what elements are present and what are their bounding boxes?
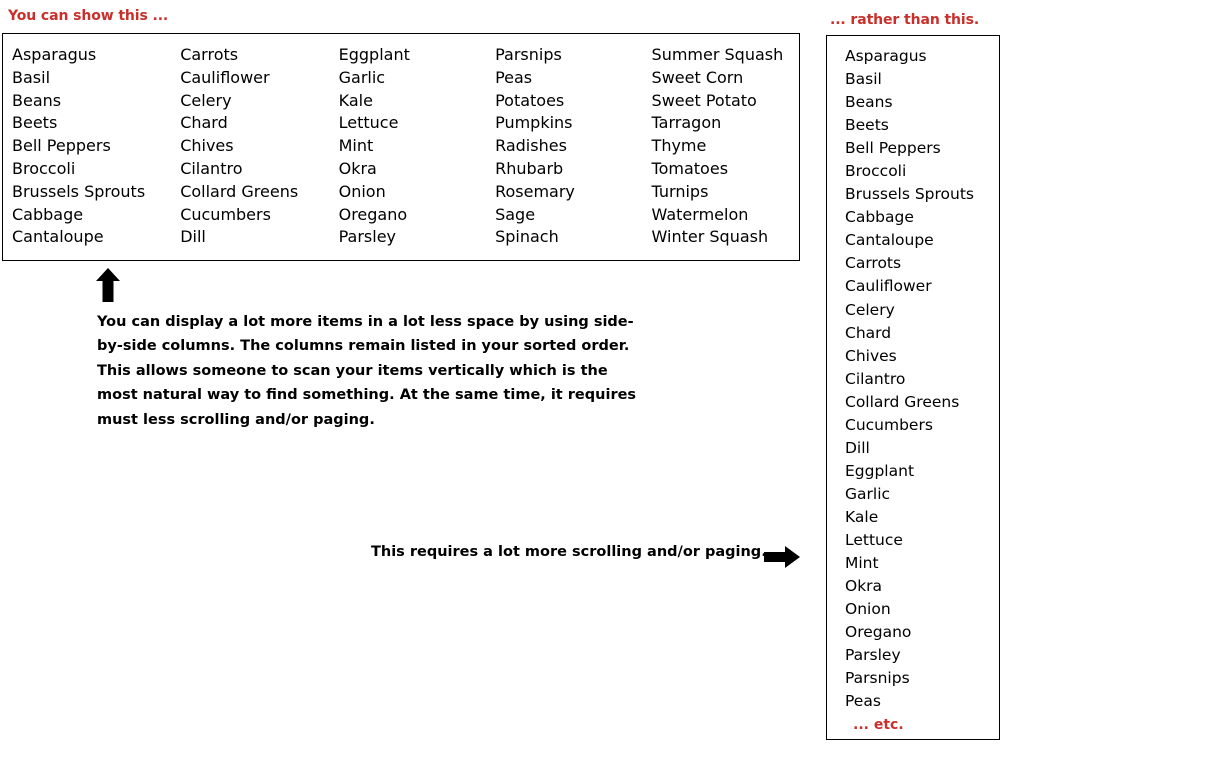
list-column-4: Parsnips Peas Potatoes Pumpkins Radishes Rhub… (486, 44, 642, 249)
list-item[interactable]: Peas (845, 690, 999, 713)
list-item[interactable]: Rhubarb (495, 158, 642, 181)
right-section-heading: ... rather than this. (830, 12, 980, 28)
list-item[interactable]: Brussels Sprouts (12, 181, 171, 204)
list-item[interactable]: Sweet Corn (652, 67, 799, 90)
list-item[interactable]: Radishes (495, 135, 642, 158)
list-item[interactable]: Okra (845, 575, 999, 598)
list-item[interactable]: Parsley (339, 226, 486, 249)
list-item[interactable]: Cilantro (180, 158, 329, 181)
list-item[interactable]: Beans (845, 91, 999, 114)
list-item[interactable]: Summer Squash (652, 44, 799, 67)
list-item[interactable]: Cilantro (845, 368, 999, 391)
list-item[interactable]: Beans (12, 90, 171, 113)
list-item[interactable]: Cucumbers (180, 204, 329, 227)
list-item[interactable]: Brussels Sprouts (845, 183, 999, 206)
list-item[interactable]: Parsnips (495, 44, 642, 67)
list-item[interactable]: Cantaloupe (12, 226, 171, 249)
left-section-heading: You can show this ... (8, 8, 169, 24)
list-item[interactable]: Potatoes (495, 90, 642, 113)
list-item[interactable]: Spinach (495, 226, 642, 249)
list-item[interactable]: Cantaloupe (845, 229, 999, 252)
list-item[interactable]: Kale (845, 506, 999, 529)
list-item[interactable]: Pumpkins (495, 112, 642, 135)
list-item[interactable]: Celery (845, 299, 999, 322)
list-item[interactable]: Tarragon (652, 112, 799, 135)
list-item[interactable]: Tomatoes (652, 158, 799, 181)
columns-explanation-note: You can display a lot more items in a lo… (97, 314, 637, 428)
list-item[interactable]: Garlic (339, 67, 486, 90)
list-item[interactable]: Turnips (652, 181, 799, 204)
list-item[interactable]: Celery (180, 90, 329, 113)
list-item[interactable]: Mint (845, 552, 999, 575)
list-item[interactable]: Dill (845, 437, 999, 460)
scrolling-warning-note: This requires a lot more scrolling and/o… (371, 544, 767, 560)
list-item[interactable]: Parsnips (845, 667, 999, 690)
list-item[interactable]: Watermelon (652, 204, 799, 227)
list-item[interactable]: Cabbage (12, 204, 171, 227)
list-item[interactable]: Rosemary (495, 181, 642, 204)
list-item[interactable]: Broccoli (12, 158, 171, 181)
list-item[interactable]: Onion (845, 598, 999, 621)
single-column-list-box: Asparagus Basil Beans Beets Bell Peppers Broc… (826, 35, 1000, 740)
list-item[interactable]: Onion (339, 181, 486, 204)
list-item[interactable]: Eggplant (339, 44, 486, 67)
list-item[interactable]: Thyme (652, 135, 799, 158)
list-item[interactable]: Cucumbers (845, 414, 999, 437)
list-column-3: Eggplant Garlic Kale Lettuce Mint Okra Onion Or… (330, 44, 486, 249)
list-item[interactable]: Collard Greens (180, 181, 329, 204)
list-item[interactable]: Asparagus (845, 45, 999, 68)
right-arrow-icon (764, 546, 800, 568)
list-item[interactable]: Bell Peppers (12, 135, 171, 158)
list-item[interactable]: Cauliflower (845, 275, 999, 298)
list-item[interactable]: Chard (180, 112, 329, 135)
list-item[interactable]: Dill (180, 226, 329, 249)
list-column-5: Summer Squash Sweet Corn Sweet Potato Tarra… (643, 44, 799, 249)
list-item[interactable]: Peas (495, 67, 642, 90)
list-item[interactable]: Basil (12, 67, 171, 90)
multi-column-grid: Asparagus Basil Beans Beets Bell Peppers Broc… (3, 34, 799, 249)
list-item[interactable]: Lettuce (845, 529, 999, 552)
list-item[interactable]: Kale (339, 90, 486, 113)
list-item[interactable]: Sage (495, 204, 642, 227)
list-item[interactable]: Oregano (845, 621, 999, 644)
list-item[interactable]: Beets (845, 114, 999, 137)
multi-column-list-box: Asparagus Basil Beans Beets Bell Peppers Broc… (2, 33, 800, 261)
list-item[interactable]: Lettuce (339, 112, 486, 135)
list-item[interactable]: Eggplant (845, 460, 999, 483)
list-item[interactable]: Chives (180, 135, 329, 158)
list-item[interactable]: Basil (845, 68, 999, 91)
list-item[interactable]: Broccoli (845, 160, 999, 183)
list-item[interactable]: Parsley (845, 644, 999, 667)
list-item[interactable]: Sweet Potato (652, 90, 799, 113)
up-arrow-icon (96, 268, 120, 302)
list-item[interactable]: Carrots (845, 252, 999, 275)
list-column-2: Carrots Cauliflower Celery Chard Chives Cilan… (171, 44, 329, 249)
list-item[interactable]: Okra (339, 158, 486, 181)
list-item[interactable]: Beets (12, 112, 171, 135)
list-item[interactable]: Garlic (845, 483, 999, 506)
list-item[interactable]: Cabbage (845, 206, 999, 229)
list-item[interactable]: Asparagus (12, 44, 171, 67)
list-etc-label: ... etc. (853, 717, 904, 734)
list-item[interactable]: Collard Greens (845, 391, 999, 414)
list-item[interactable]: Chard (845, 322, 999, 345)
list-item[interactable]: Bell Peppers (845, 137, 999, 160)
list-item[interactable]: Chives (845, 345, 999, 368)
list-column-1: Asparagus Basil Beans Beets Bell Peppers Broc… (3, 44, 171, 249)
list-item[interactable]: Winter Squash (652, 226, 799, 249)
list-item[interactable]: Carrots (180, 44, 329, 67)
list-item[interactable]: Oregano (339, 204, 486, 227)
list-item[interactable]: Cauliflower (180, 67, 329, 90)
list-item[interactable]: Mint (339, 135, 486, 158)
